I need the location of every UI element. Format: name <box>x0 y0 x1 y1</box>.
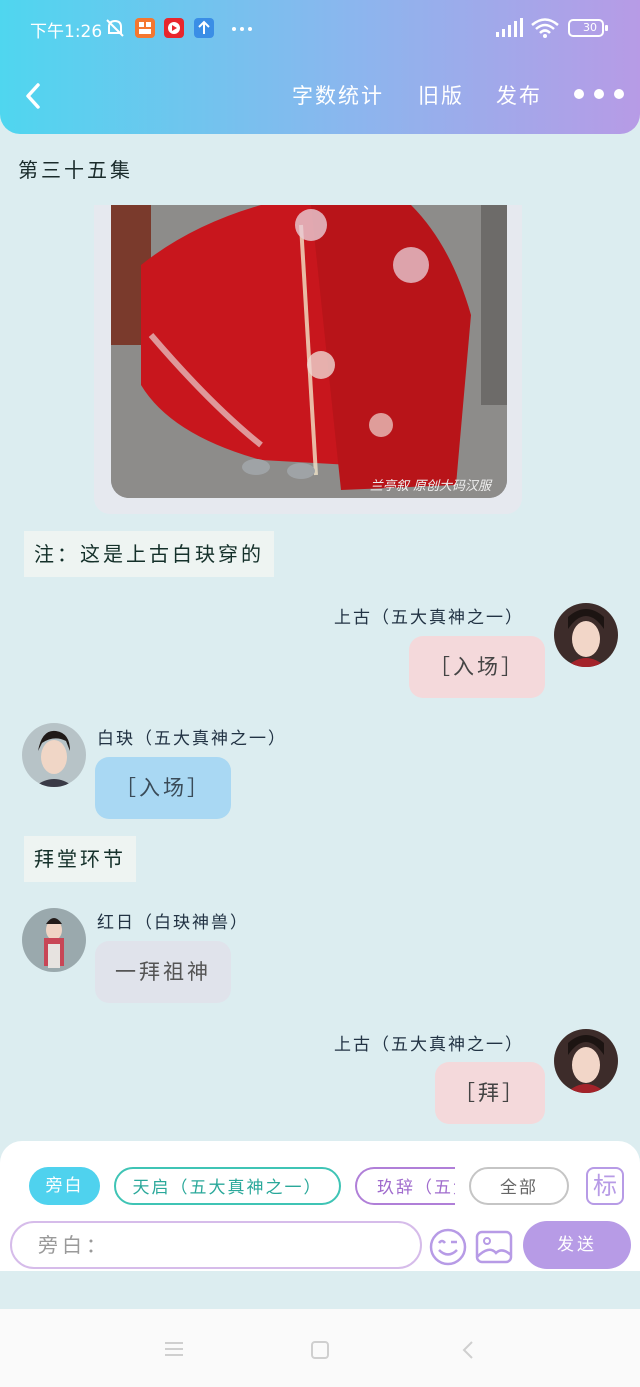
system-nav-bar <box>0 1309 640 1387</box>
emoji-icon[interactable] <box>428 1227 468 1267</box>
signal-icon <box>496 18 523 37</box>
word-count-button[interactable]: 字数统计 <box>292 80 384 110</box>
avatar-image <box>554 1029 618 1093</box>
publish-button[interactable]: 发布 <box>496 80 542 110</box>
avatar-image <box>22 723 86 787</box>
speaker-name: 红日（白玦神兽） <box>97 913 249 933</box>
avatar-image <box>554 603 618 667</box>
message-bubble: ［入场］ <box>409 636 545 698</box>
wifi-icon <box>531 18 559 38</box>
image-picker-icon[interactable] <box>474 1227 514 1267</box>
avatar-image <box>22 908 86 972</box>
message-bubble: ［拜］ <box>435 1062 545 1124</box>
speaker-name: 白玦（五大真神之一） <box>97 729 287 749</box>
three-dots-icon[interactable] <box>573 84 625 104</box>
upload-icon <box>194 18 214 38</box>
old-version-button[interactable]: 旧版 <box>418 80 464 110</box>
message-bubble: ［入场］ <box>95 757 231 819</box>
battery-level: 30 <box>583 21 597 34</box>
speaker-name: 上古（五大真神之一） <box>334 608 524 628</box>
status-bar: 下午1:26 30 <box>0 0 640 58</box>
mute-bell-icon <box>106 19 124 37</box>
mark-button[interactable]: 标 <box>586 1167 624 1205</box>
back-icon[interactable] <box>22 80 44 112</box>
role-chip-jiuci[interactable]: 玖辞（五大 <box>355 1167 455 1205</box>
avatar[interactable] <box>554 1029 618 1093</box>
spacer <box>0 1271 640 1309</box>
send-button[interactable]: 发送 <box>523 1221 631 1269</box>
narration-note: 拜堂环节 <box>24 836 136 882</box>
battery-icon: 30 <box>568 19 608 37</box>
role-chip-narration[interactable]: 旁白 <box>29 1167 100 1205</box>
costume-photo[interactable]: 兰亭叙 原创大码汉服 <box>111 205 507 498</box>
more-dots-icon <box>232 27 252 31</box>
narration-note: 注：这是上古白玦穿的 <box>24 531 274 577</box>
role-chip-all[interactable]: 全部 <box>469 1167 569 1205</box>
costume-image <box>111 205 507 498</box>
status-time: 下午1:26 <box>30 22 103 42</box>
message-bubble: 一拜祖神 <box>95 941 231 1003</box>
avatar[interactable] <box>22 908 86 972</box>
back-nav-icon[interactable] <box>460 1339 476 1361</box>
menu-icon[interactable] <box>163 1340 185 1358</box>
avatar[interactable] <box>554 603 618 667</box>
message-input[interactable]: 旁白： <box>10 1221 422 1269</box>
photo-watermark: 兰亭叙 原创大码汉服 <box>369 479 491 494</box>
avatar[interactable] <box>22 723 86 787</box>
episode-title: 第三十五集 <box>18 158 133 182</box>
role-chip-tianqi[interactable]: 天启（五大真神之一） <box>114 1167 341 1205</box>
app-header: 下午1:26 30 字数统计 旧版 发布 <box>0 0 640 134</box>
app-icon-orange <box>135 18 155 38</box>
app-icon-red <box>164 18 184 38</box>
home-icon[interactable] <box>310 1340 330 1360</box>
speaker-name: 上古（五大真神之一） <box>334 1035 524 1055</box>
